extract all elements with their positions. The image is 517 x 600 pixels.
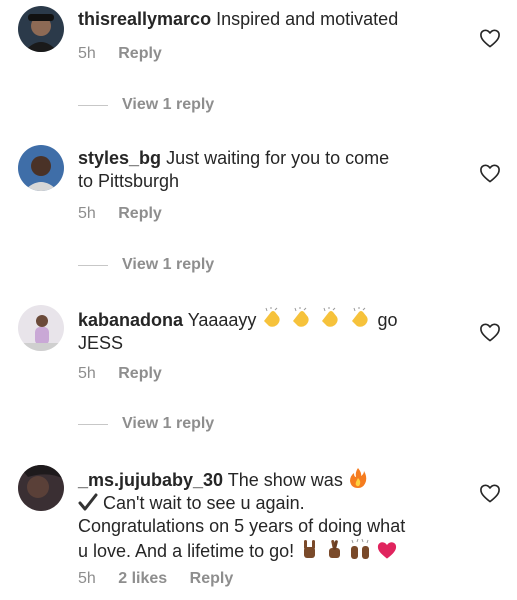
reply-button[interactable]: Reply: [118, 205, 162, 222]
avatar[interactable]: [18, 145, 64, 191]
crossed-fingers-icon: [329, 539, 341, 558]
comment-time: 5h: [78, 205, 96, 222]
comment-body: kabanadona Yaaaayy go JESS: [78, 307, 448, 355]
likes-count[interactable]: 2 likes: [118, 570, 167, 587]
comment-text: Just waiting for you to come: [166, 148, 390, 168]
comment-text: Yaaaayy: [187, 310, 257, 330]
comment-text: go: [377, 310, 398, 330]
raising-hands-icon: [351, 538, 370, 559]
comment-text: Inspired and motivated: [216, 9, 399, 29]
comment-text: The show was: [227, 470, 343, 490]
reply-button[interactable]: Reply: [118, 365, 162, 382]
check-mark-icon: [78, 493, 98, 511]
comment-meta: 5h 2 likes Reply: [78, 570, 251, 588]
comment-meta: 5h Reply: [78, 205, 180, 223]
reply-button[interactable]: Reply: [118, 45, 162, 62]
divider-line: [78, 264, 108, 266]
view-replies-button[interactable]: View 1 reply: [78, 96, 214, 114]
comment-meta: 5h Reply: [78, 45, 180, 63]
view-replies-label: View 1 reply: [122, 96, 215, 113]
avatar[interactable]: [18, 305, 64, 351]
comment-text: Can't wait to see u again.: [103, 493, 305, 513]
comment-time: 5h: [78, 45, 96, 62]
comment-body: styles_bg Just waiting for you to come t…: [78, 147, 448, 193]
comment-time: 5h: [78, 570, 96, 587]
comment-text: JESS: [78, 333, 124, 353]
clapping-hands-icon: [322, 307, 339, 327]
sign-of-horns-icon: [304, 540, 316, 558]
comment-username[interactable]: _ms.jujubaby_30: [78, 470, 223, 490]
clapping-hands-emoji-group: [256, 307, 377, 330]
comment-username[interactable]: styles_bg: [78, 148, 161, 168]
comment-text: to Pittsburgh: [78, 171, 180, 191]
divider-line: [78, 104, 108, 106]
like-heart-icon[interactable]: [479, 483, 501, 503]
view-replies-label: View 1 reply: [122, 415, 215, 432]
view-replies-button[interactable]: View 1 reply: [78, 415, 214, 433]
clapping-hands-icon: [293, 307, 310, 327]
comment-username[interactable]: thisreallymarco: [78, 9, 211, 29]
reply-button[interactable]: Reply: [190, 570, 234, 587]
avatar[interactable]: [18, 6, 64, 52]
view-replies-label: View 1 reply: [122, 256, 215, 273]
comment-text: Congratulations on 5 years of doing what: [78, 516, 406, 536]
comment-text: u love. And a lifetime to go!: [78, 541, 295, 561]
comment-time: 5h: [78, 365, 96, 382]
comment-meta: 5h Reply: [78, 365, 180, 383]
clapping-hands-icon: [264, 307, 281, 327]
view-replies-button[interactable]: View 1 reply: [78, 256, 214, 274]
avatar[interactable]: [18, 465, 64, 511]
fire-icon: [349, 468, 367, 488]
comment-body: _ms.jujubaby_30 The show was Can't wait …: [78, 467, 448, 563]
divider-line: [78, 423, 108, 425]
comment-body: thisreallymarco Inspired and motivated: [78, 8, 448, 31]
clapping-hands-icon: [351, 307, 368, 327]
comment-username[interactable]: kabanadona: [78, 310, 183, 330]
like-heart-icon[interactable]: [479, 322, 501, 342]
red-heart-icon: [378, 542, 397, 559]
like-heart-icon[interactable]: [479, 163, 501, 183]
like-heart-icon[interactable]: [479, 28, 501, 48]
